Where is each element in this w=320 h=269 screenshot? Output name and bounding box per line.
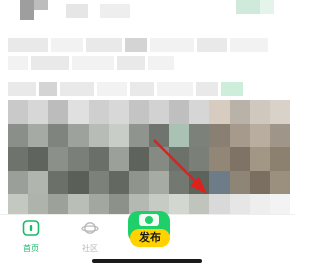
feed-item-blurred[interactable] (8, 0, 290, 28)
feed-text-line (8, 38, 268, 52)
planet-icon (81, 222, 99, 234)
feed-text-line (8, 82, 243, 96)
feed-area (0, 0, 295, 218)
tab-community-label: 社区 (82, 244, 98, 253)
bottom-navigation: 首页 社区 发布 (0, 211, 295, 269)
home-indicator-bar (92, 259, 202, 263)
feed-image-blurred[interactable] (8, 100, 290, 218)
camera-icon (139, 214, 159, 226)
home-icon (22, 220, 40, 236)
tab-home-label: 首页 (23, 244, 39, 253)
publish-button-label[interactable]: 发布 (130, 229, 170, 247)
tab-community[interactable]: 社区 (70, 219, 110, 254)
tab-home[interactable]: 首页 (11, 219, 51, 254)
feed-text-line (8, 56, 174, 70)
